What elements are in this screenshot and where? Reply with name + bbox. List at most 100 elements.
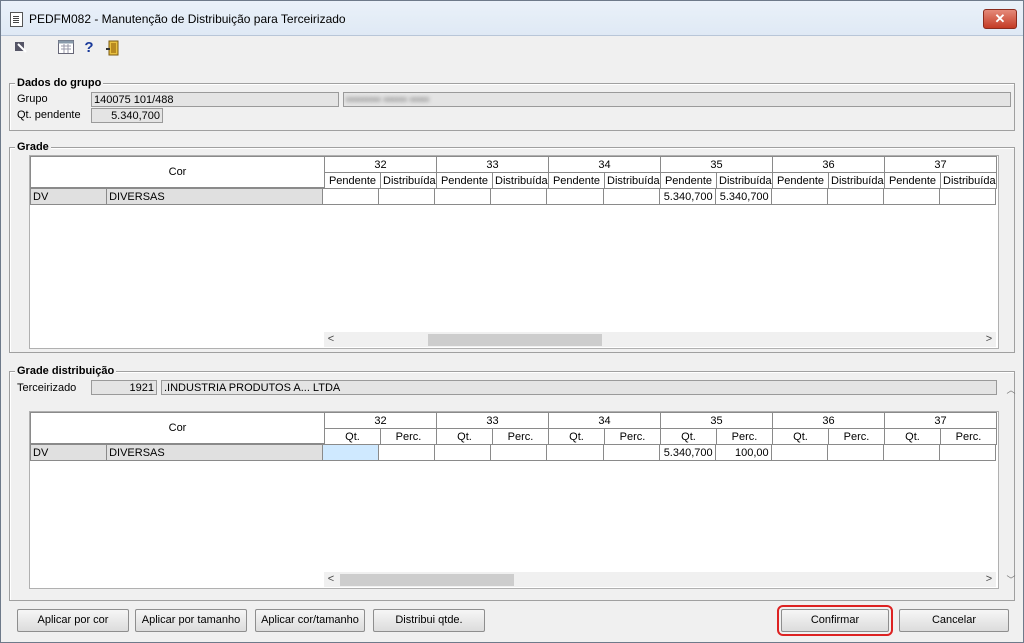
grade-hscrollbar[interactable]: < > [324, 332, 996, 347]
grid-cell[interactable] [602, 188, 660, 205]
grupo-label: Grupo [17, 93, 48, 105]
grid-cell[interactable] [770, 188, 828, 205]
size-header: 32 [324, 156, 437, 173]
table-row[interactable]: DV DIVERSAS 5.340,700 5.340,700 [30, 188, 997, 205]
size-header: 34 [548, 412, 661, 429]
subheader-cell: Qt. [548, 428, 605, 445]
close-button[interactable]: ✕ [983, 9, 1017, 29]
scroll-left-icon[interactable]: < [324, 332, 338, 347]
scroll-right-icon[interactable]: > [982, 572, 996, 587]
grid-cell[interactable] [322, 188, 380, 205]
terceirizado-code-field[interactable]: 1921 [91, 380, 157, 395]
subheader-cell: Distribuída [492, 172, 549, 189]
grid-cell[interactable] [938, 188, 997, 205]
grid-cell[interactable] [602, 444, 660, 461]
confirmar-button[interactable]: Confirmar [777, 605, 893, 636]
cor-code-cell[interactable]: DV [30, 188, 108, 205]
exit-door-icon[interactable] [105, 40, 121, 56]
window-title: PEDFM082 - Manutenção de Distribuição pa… [29, 12, 346, 26]
title-bar[interactable]: PEDFM082 - Manutenção de Distribuição pa… [1, 1, 1023, 36]
subheader-cell: Distribuída [716, 172, 773, 189]
vscroll-up-icon[interactable]: ︿ [1005, 383, 1017, 396]
cor-name-cell[interactable]: DIVERSAS [106, 444, 324, 461]
aplicar-por-tamanho-button[interactable]: Aplicar por tamanho [135, 609, 247, 632]
grid-cell[interactable] [546, 444, 604, 461]
size-header: 37 [884, 412, 997, 429]
dados-grupo-group [9, 83, 1015, 131]
scroll-thumb[interactable] [340, 574, 514, 586]
distrib-rows: DV DIVERSAS 5.340,700 100,00 [30, 444, 997, 461]
subheader-cell: Qt. [772, 428, 829, 445]
help-icon[interactable]: ? [81, 40, 97, 56]
subheader-cell: Qt. [436, 428, 493, 445]
grid-cell[interactable] [546, 188, 604, 205]
calendar-icon[interactable] [58, 40, 74, 56]
grade-cor-header: Cor [30, 156, 325, 188]
aplicar-cor-tamanho-button[interactable]: Aplicar cor/tamanho [255, 609, 365, 632]
grid-cell[interactable] [434, 188, 492, 205]
cancelar-button[interactable]: Cancelar [899, 609, 1009, 632]
scroll-left-icon[interactable]: < [324, 572, 338, 587]
document-icon [10, 12, 23, 27]
aplicar-por-cor-button[interactable]: Aplicar por cor [17, 609, 129, 632]
grid-cell[interactable] [378, 444, 436, 461]
subheader-cell: Pendente [660, 172, 717, 189]
vscroll-down-icon[interactable]: ﹀ [1005, 573, 1017, 586]
distribui-qtde-button[interactable]: Distribui qtde. [373, 609, 485, 632]
subheader-cell: Pendente [324, 172, 381, 189]
main-window: PEDFM082 - Manutenção de Distribuição pa… [0, 0, 1024, 643]
grade-rows: DV DIVERSAS 5.340,700 5.340,700 [30, 188, 997, 205]
grid-cell[interactable]: 5.340,700 [658, 444, 716, 461]
subheader-cell: Perc. [380, 428, 437, 445]
grid-cell[interactable] [882, 444, 940, 461]
grid-cell[interactable] [490, 188, 548, 205]
grid-cell[interactable]: 100,00 [714, 444, 772, 461]
subheader-cell: Pendente [884, 172, 941, 189]
qt-pendente-field[interactable]: 5.340,700 [91, 108, 163, 123]
size-header: 35 [660, 156, 773, 173]
grade-distribuicao-title: Grade distribuição [15, 365, 117, 377]
distrib-hscrollbar[interactable]: < > [324, 572, 996, 587]
grid-cell[interactable] [938, 444, 997, 461]
arrow-icon[interactable] [13, 40, 29, 56]
table-row[interactable]: DV DIVERSAS 5.340,700 100,00 [30, 444, 997, 461]
grade-title: Grade [15, 141, 51, 153]
size-header: 34 [548, 156, 661, 173]
grid-cell[interactable] [770, 444, 828, 461]
size-header: 33 [436, 412, 549, 429]
subheader-cell: Pendente [772, 172, 829, 189]
subheader-cell: Distribuída [604, 172, 661, 189]
grid-cell[interactable] [882, 188, 940, 205]
grupo-field[interactable]: 140075 101/488 [91, 92, 339, 107]
grupo-description-field[interactable]: ••••••••• •••••• ••••• [343, 92, 1011, 107]
grid-cell[interactable]: 5.340,700 [658, 188, 716, 205]
grid-cell[interactable]: 5.340,700 [714, 188, 772, 205]
scroll-thumb[interactable] [428, 334, 602, 346]
subheader-cell: Qt. [884, 428, 941, 445]
size-header: 36 [772, 156, 885, 173]
subheader-cell: Perc. [828, 428, 885, 445]
size-header: 36 [772, 412, 885, 429]
distrib-cor-header: Cor [30, 412, 325, 444]
grid-cell[interactable] [434, 444, 492, 461]
grid-cell[interactable] [378, 188, 436, 205]
terceirizado-name-field[interactable]: .INDUSTRIA PRODUTOS A... LTDA [161, 380, 997, 395]
grid-cell[interactable] [490, 444, 548, 461]
scroll-right-icon[interactable]: > [982, 332, 996, 347]
terceirizado-label: Terceirizado [17, 382, 77, 394]
qt-pendente-label: Qt. pendente [17, 109, 81, 121]
subheader-cell: Qt. [660, 428, 717, 445]
subheader-cell: Distribuída [940, 172, 997, 189]
grade-distribuicao-table[interactable]: Cor 32 33 34 35 36 37 Qt. Perc. Qt. Perc. Qt. Perc.… [29, 411, 999, 589]
grid-cell[interactable] [322, 444, 380, 461]
subheader-cell: Perc. [940, 428, 997, 445]
subheader-cell: Distribuída [380, 172, 437, 189]
grade-size-headers: 32 33 34 35 36 37 Pendente Distribuída Pendente D… [324, 156, 997, 189]
grid-cell[interactable] [826, 444, 884, 461]
size-header: 32 [324, 412, 437, 429]
grade-table[interactable]: Cor 32 33 34 35 36 37 Pendente Distribuída Pende… [29, 155, 999, 349]
grid-cell[interactable] [826, 188, 884, 205]
cor-name-cell[interactable]: DIVERSAS [106, 188, 324, 205]
size-header: 37 [884, 156, 997, 173]
cor-code-cell[interactable]: DV [30, 444, 108, 461]
